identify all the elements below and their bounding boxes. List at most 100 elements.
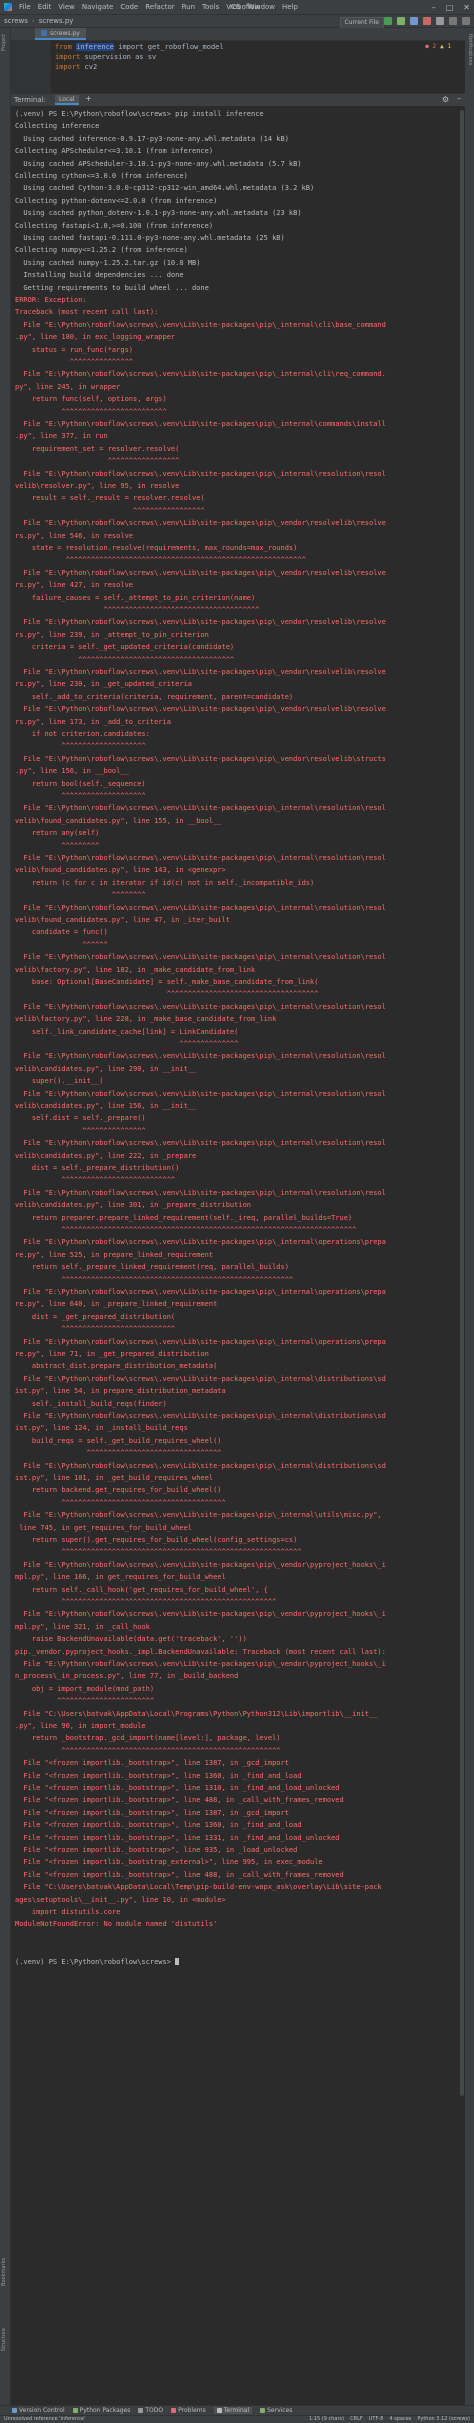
- menu-item-file[interactable]: File: [19, 3, 31, 11]
- close-icon[interactable]: ✕: [463, 3, 470, 12]
- terminal-line: line 745, in get_requires_for_build_whee…: [15, 1524, 461, 1533]
- menu-item-view[interactable]: View: [58, 3, 75, 11]
- project-tool-button[interactable]: Project: [1, 34, 7, 51]
- window-controls: – □ ✕: [432, 0, 470, 14]
- maximize-icon[interactable]: □: [446, 3, 454, 12]
- tool-button-todo[interactable]: TODO: [138, 2407, 163, 2414]
- terminal-line: ist.py", line 124, in _install_build_req…: [15, 1424, 461, 1433]
- terminal-line: Collecting APScheduler<=3.10.1 (from inf…: [15, 147, 461, 156]
- terminal-line-text: File "E:\Python\roboflow\screws\.venv\Li…: [15, 1288, 386, 1296]
- code-line-2[interactable]: import supervision as sv: [55, 53, 156, 62]
- terminal-line: return super().get_requires_for_build_wh…: [15, 1536, 461, 1545]
- stop-icon[interactable]: [423, 17, 431, 25]
- coverage-icon[interactable]: [410, 17, 418, 25]
- tool-button-services[interactable]: Services: [260, 2407, 292, 2414]
- terminal-line-text: rs.py", line 427, in resolve: [15, 581, 134, 590]
- terminal-line-text: File "E:\Python\roboflow\screws\.venv\Li…: [15, 618, 386, 627]
- code-line-1[interactable]: from inference import get_roboflow_model: [55, 43, 224, 52]
- terminal-line-text: result = self._result = resolver.resolve…: [15, 494, 205, 503]
- terminal-line: ^^^^^^: [15, 941, 461, 950]
- terminal-line: File "C:\Users\batvak\AppData\Local\Temp…: [15, 1883, 461, 1892]
- terminal-line: File "E:\Python\roboflow\screws\.venv\Li…: [15, 1338, 461, 1347]
- menu-item-refactor[interactable]: Refactor: [145, 3, 174, 11]
- terminal-output[interactable]: (.venv) PS E:\Python\roboflow\screws> pi…: [11, 106, 465, 2405]
- terminal-line: ^^^^^^^^^^^^^^^^^^^^^^^^^^^^^^^^^^^^^^^^…: [15, 1226, 461, 1235]
- terminal-line-text: .py", line 156, in __bool__: [15, 767, 129, 776]
- terminal-line-text: state = resolution.resolve(requirements,…: [15, 544, 298, 552]
- terminal-line: Using cached Cython-3.0.0-cp312-cp312-wi…: [15, 184, 461, 193]
- terminal-line-text: ^^^^^^^^^^^^^^^^^: [15, 457, 180, 466]
- terminal-line-text: File "<frozen importlib._bootstrap>", li…: [15, 1833, 340, 1842]
- terminal-line-text: velib\resolver.py", line 95, in resolve: [15, 482, 180, 490]
- hide-panel-icon[interactable]: –: [457, 94, 461, 103]
- terminal-line: ^^^^^^^^^^^^^^^^^^^^^^^^^^^^^^^^^^^^^^^^…: [15, 556, 461, 565]
- terminal-line-text: return _bootstrap._gcd_import(name[level…: [15, 1734, 281, 1743]
- terminal-line: build_reqs = self._get_build_requires_wh…: [15, 1437, 461, 1446]
- editor-tab-bar: screws.py: [11, 28, 465, 41]
- menu-item-edit[interactable]: Edit: [38, 3, 52, 11]
- terminal-line: File "<frozen importlib._bootstrap_exter…: [15, 1858, 461, 1867]
- terminal-line: velib\factory.py", line 182, in _make_ca…: [15, 966, 461, 975]
- tool-button-problems[interactable]: Problems: [171, 2407, 206, 2414]
- terminal-line: rs.py", line 546, in resolve: [15, 532, 461, 541]
- terminal-line-text: velib\factory.py", line 182, in _make_ca…: [15, 965, 256, 974]
- terminal-line-text: Getting requirements to build wheel ... …: [15, 283, 209, 292]
- search-icon[interactable]: [449, 17, 457, 25]
- terminal-line-text: File "<frozen importlib._bootstrap_exter…: [15, 1858, 323, 1867]
- breadcrumb-file[interactable]: screws.py: [39, 17, 74, 25]
- terminal-line: File "E:\Python\roboflow\screws\.venv\Li…: [15, 705, 461, 714]
- bookmarks-tool-button[interactable]: Bookmarks: [1, 2258, 7, 2286]
- terminal-line-text: ^^^^^^^^^^^^^^^^^^^^^^^^^^^^^^^^^^^^^^^^…: [15, 1598, 277, 1606]
- version-control-icon: [12, 2408, 17, 2413]
- structure-tool-button[interactable]: Structure: [1, 2328, 7, 2351]
- menu-item-tools[interactable]: Tools: [202, 3, 219, 11]
- terminal-line-text: status = run_func(*args): [15, 345, 134, 354]
- tool-button-label: Problems: [178, 2407, 206, 2414]
- tool-button-terminal[interactable]: Terminal: [213, 2407, 253, 2414]
- terminal-line: File "<frozen importlib._bootstrap>", li…: [15, 1772, 461, 1781]
- terminal-line-text: ist.py", line 124, in _install_build_req…: [15, 1424, 188, 1433]
- terminal-line-text: ^^^^^^^^^^^^^^^^^^^^^^^^^^^^^^^^^^^^^^^^…: [15, 1746, 281, 1755]
- terminal-line-text: ages\setuptools\__init__.py", line 10, i…: [15, 1895, 226, 1904]
- terminal-settings-gear-icon[interactable]: ⚙: [442, 95, 449, 104]
- code-editor[interactable]: ● 2 ▲ 1 from inference import get_robofl…: [11, 41, 465, 93]
- menu-item-run[interactable]: Run: [182, 3, 195, 11]
- terminal-line: .py", line 90, in import_module: [15, 1722, 461, 1731]
- terminal-line: ^^^^^^^^^^^^^^^^^^^^^^^^^^^: [15, 1325, 461, 1334]
- terminal-line: File "E:\Python\roboflow\screws\.venv\Li…: [15, 470, 461, 479]
- vcs-icon[interactable]: [436, 17, 444, 25]
- new-terminal-plus-icon[interactable]: +: [85, 94, 92, 103]
- breadcrumb-project[interactable]: screws: [4, 17, 28, 25]
- debug-icon[interactable]: [397, 17, 405, 25]
- code-line-3[interactable]: import cv2: [55, 63, 97, 72]
- terminal-line: ^^^^^^^^^^^^^^^^^^^^^^^: [15, 1697, 461, 1706]
- notifications-tool-button[interactable]: Notifications: [467, 34, 473, 65]
- terminal-tab-local[interactable]: Local: [55, 95, 79, 105]
- file-tab-screws[interactable]: screws.py: [35, 28, 86, 40]
- tool-button-version-control[interactable]: Version Control: [12, 2407, 65, 2414]
- menu-item-navigate[interactable]: Navigate: [82, 3, 113, 11]
- terminal-line-text: ^^^^^^^^^^^^^^^^^: [15, 506, 205, 515]
- terminal-line-text: ^^^^^^^^^: [15, 841, 100, 850]
- inspection-widget[interactable]: ● 2 ▲ 1: [425, 43, 451, 50]
- terminal-line-text: return preparer.prepare_linked_requireme…: [15, 1213, 353, 1222]
- terminal-line: Traceback (most recent call last):: [15, 308, 461, 317]
- terminal-line: ^^^^^^^^^^^^^^^^^^^^^^^^^^^^^^^^^^^^: [15, 990, 461, 999]
- terminal-line-text: File "E:\Python\roboflow\screws\.venv\Li…: [15, 1511, 382, 1520]
- terminal-line: import distutils.core: [15, 1908, 461, 1917]
- terminal-line: ERROR: Exception:: [15, 296, 461, 305]
- terminal-line: File "C:\Users\batvak\AppData\Local\Prog…: [15, 1710, 461, 1719]
- menu-item-code[interactable]: Code: [120, 3, 138, 11]
- settings-gear-icon[interactable]: [462, 17, 470, 25]
- run-icon[interactable]: [384, 17, 392, 25]
- terminal-title: Terminal:: [14, 96, 46, 104]
- menu-item-help[interactable]: Help: [282, 3, 298, 11]
- tool-button-python-packages[interactable]: Python Packages: [72, 2407, 130, 2414]
- terminal-line-text: File "E:\Python\roboflow\screws\.venv\Li…: [15, 320, 386, 329]
- terminal-line: File "<frozen importlib._bootstrap>", li…: [15, 1809, 461, 1818]
- minimize-icon[interactable]: –: [432, 3, 436, 12]
- terminal-line-text: ist.py", line 101, in _get_build_require…: [15, 1474, 214, 1482]
- terminal-line: ^^^^^^^^^^^^^^^^^^^^^^^^^: [15, 408, 461, 417]
- terminal-line: re.py", line 71, in _get_prepared_distri…: [15, 1350, 461, 1359]
